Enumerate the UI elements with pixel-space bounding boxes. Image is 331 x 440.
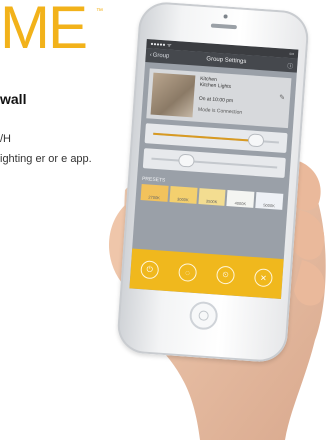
- preset-swatch-label: 2700K: [148, 194, 161, 201]
- trademark-symbol: ™: [96, 8, 103, 15]
- action-bar: ⏻ ◌ ⏲ ✕: [129, 248, 284, 300]
- group-info: Kitchen Lights: [199, 81, 232, 91]
- preset-swatch-label: 3000K: [176, 196, 189, 203]
- color-temperature-slider[interactable]: [142, 148, 286, 178]
- preset-swatch[interactable]: 2700K: [140, 184, 169, 202]
- body-copy-line-2: ighting er or e app.: [0, 153, 92, 165]
- preset-swatch[interactable]: 4000K: [226, 190, 255, 208]
- info-icon[interactable]: ⓘ: [283, 60, 294, 69]
- slider-knob[interactable]: [248, 134, 264, 147]
- bulb-button[interactable]: ◌: [178, 262, 198, 283]
- preset-swatch[interactable]: 3000K: [169, 186, 198, 204]
- edit-icon[interactable]: ✎: [279, 93, 285, 101]
- timer-button[interactable]: ⏲: [215, 265, 236, 285]
- slider-knob[interactable]: [179, 154, 195, 167]
- group-photo: [150, 72, 196, 118]
- back-button-label: Group: [152, 52, 170, 60]
- group-status: Mode is Connection: [197, 106, 243, 116]
- slider-fill: [153, 132, 257, 142]
- smartphone: ●●●●● ᯤ ▭ ‹ Group Group Settings ⓘ Kitch…: [115, 0, 311, 364]
- preset-swatch-label: 3500K: [205, 198, 218, 205]
- home-button[interactable]: [188, 300, 219, 331]
- timer-icon: ⏲: [222, 269, 230, 280]
- brand-wordmark: ME: [0, 0, 88, 61]
- preset-swatch[interactable]: 3500K: [198, 188, 226, 206]
- phone-screen: ●●●●● ᯤ ▭ ‹ Group Group Settings ⓘ Kitch…: [129, 39, 299, 300]
- group-schedule: On at 10:00 pm: [198, 95, 234, 105]
- signal-indicator: ●●●●● ᯤ: [150, 40, 172, 49]
- battery-icon: ▭: [289, 50, 295, 57]
- earpiece-speaker: [210, 23, 237, 30]
- preset-swatch-label: 5000K: [263, 202, 276, 209]
- front-camera: [223, 14, 228, 19]
- back-button[interactable]: ‹ Group: [149, 52, 169, 59]
- bulb-icon: ◌: [184, 267, 191, 278]
- scene-icon: ✕: [259, 273, 268, 283]
- group-card[interactable]: Kitchen Kitchen Lights On at 10:00 pm Mo…: [146, 68, 292, 129]
- body-copy-line-1: /H: [0, 133, 11, 145]
- power-icon: ⏻: [146, 264, 154, 275]
- headline: wall: [0, 91, 27, 107]
- brightness-slider[interactable]: [144, 123, 288, 154]
- home-button-glyph: [198, 310, 209, 322]
- preset-swatch[interactable]: 5000K: [255, 192, 284, 210]
- preset-swatch-label: 4000K: [234, 200, 247, 207]
- power-button[interactable]: ⏻: [140, 260, 160, 280]
- screen-title: Group Settings: [206, 56, 247, 66]
- slider-track: [151, 157, 278, 169]
- scene-button[interactable]: ✕: [253, 268, 274, 288]
